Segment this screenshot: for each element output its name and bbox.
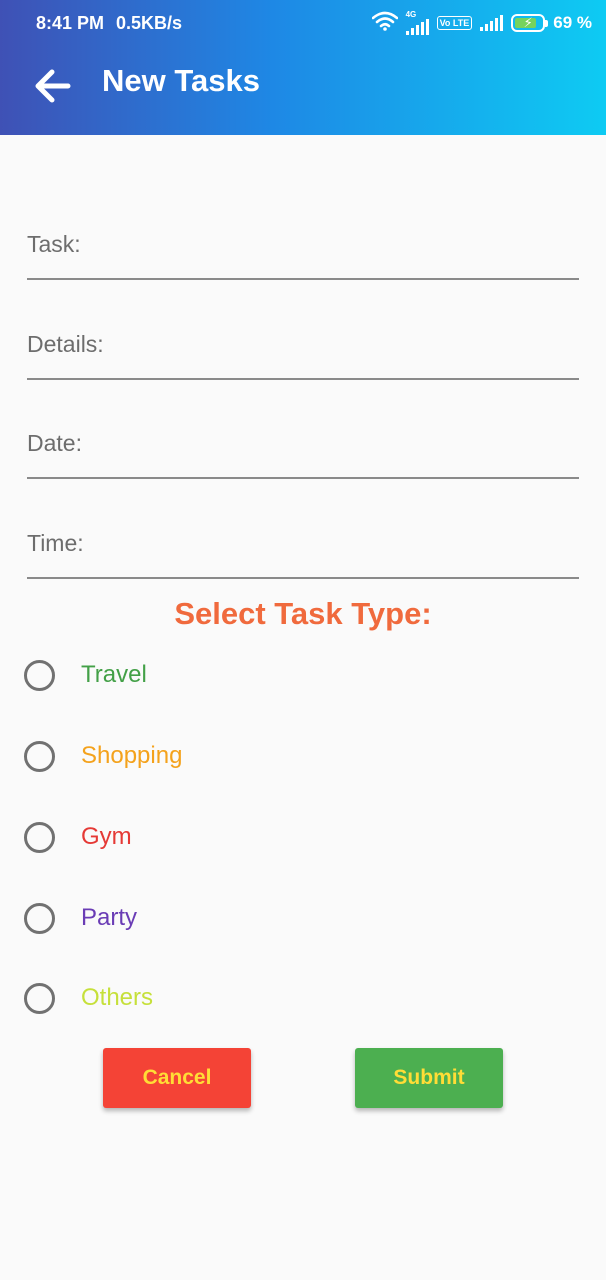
task-type-title: Select Task Type: [174, 596, 432, 631]
battery-charging-icon: ⚡ [511, 14, 549, 32]
radio-label-travel: Travel [81, 661, 147, 688]
arrow-left-icon[interactable] [32, 66, 72, 106]
task-field[interactable] [27, 202, 579, 280]
header: 8:41 PM 0.5KB/s 4G Vo LTE ⚡ 69 % New Tas… [0, 0, 606, 135]
signal-icon-2 [480, 15, 504, 31]
submit-button[interactable]: Submit [355, 1048, 503, 1108]
radio-label-others: Others [81, 984, 154, 1011]
status-time: 8:41 PM [36, 12, 105, 33]
radio-button[interactable] [24, 982, 55, 1014]
time-input[interactable] [27, 501, 579, 577]
radio-party[interactable]: Party [24, 898, 137, 938]
time-field[interactable] [27, 501, 579, 579]
wifi-icon [371, 11, 398, 36]
radio-button[interactable] [24, 902, 55, 934]
radio-label-gym: Gym [81, 823, 132, 850]
date-field[interactable] [27, 401, 579, 479]
signal-icon [405, 19, 429, 35]
radio-button[interactable] [24, 659, 55, 691]
status-bar: 8:41 PM 0.5KB/s 4G Vo LTE ⚡ 69 % [0, 0, 606, 46]
page-title: New Tasks [102, 63, 260, 98]
date-input[interactable] [27, 401, 579, 477]
radio-others[interactable]: Others [24, 978, 153, 1018]
radio-travel[interactable]: Travel [24, 655, 147, 695]
details-field[interactable] [27, 302, 579, 380]
radio-shopping[interactable]: Shopping [24, 736, 182, 776]
radio-gym[interactable]: Gym [24, 817, 132, 857]
radio-label-shopping: Shopping [81, 742, 183, 769]
radio-button[interactable] [24, 740, 55, 772]
network-tag: 4G [405, 10, 417, 19]
radio-button[interactable] [24, 821, 55, 853]
volte-icon: Vo LTE [436, 16, 473, 30]
radio-label-party: Party [81, 904, 138, 931]
status-speed: 0.5KB/s [116, 12, 183, 33]
cancel-button[interactable]: Cancel [103, 1048, 251, 1108]
app-bar: New Tasks [0, 46, 606, 135]
details-input[interactable] [27, 302, 579, 378]
task-input[interactable] [27, 202, 579, 278]
battery-percent: 69 % [553, 13, 592, 32]
